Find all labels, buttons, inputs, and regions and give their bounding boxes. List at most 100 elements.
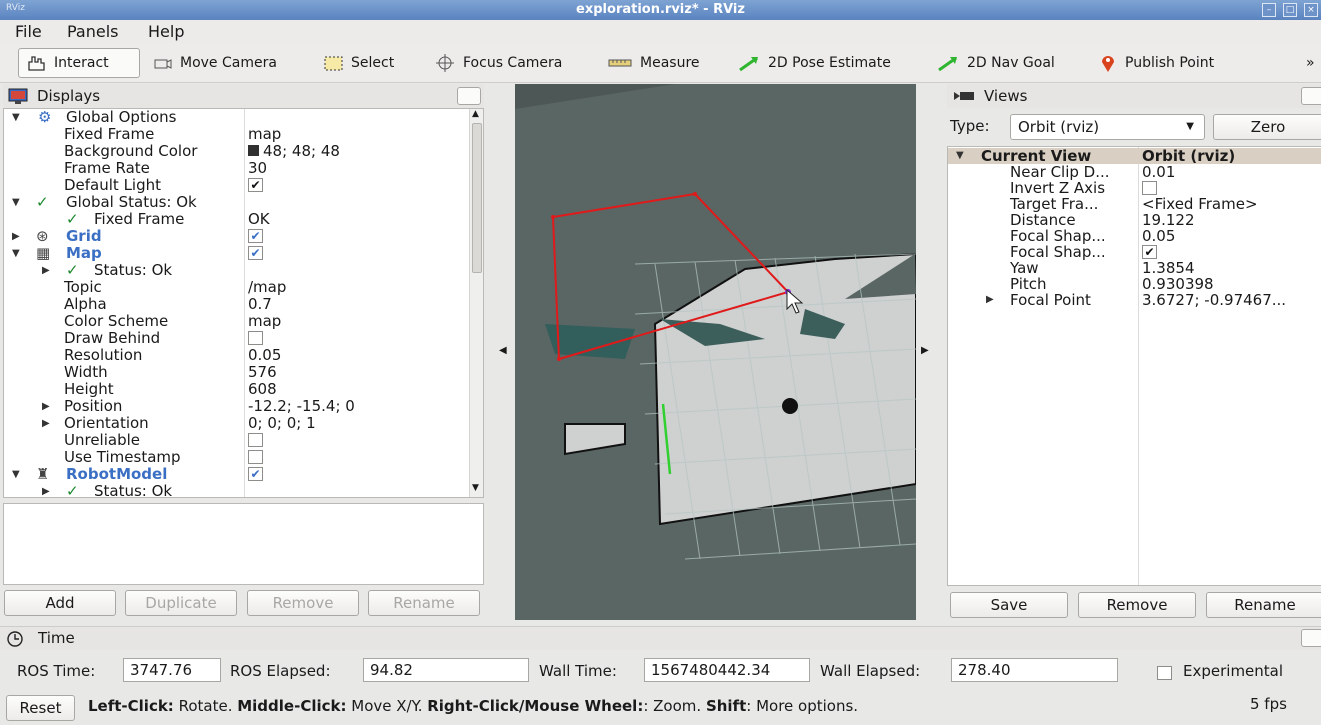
collapse-left-icon[interactable]: ◀ [499, 345, 507, 356]
tree-row[interactable]: Fixed Frame map [4, 126, 466, 143]
displays-float-button[interactable] [457, 87, 481, 105]
row-value-color[interactable]: 48; 48; 48 [248, 143, 340, 160]
expand-down-icon[interactable]: ▼ [12, 109, 20, 126]
tree-row[interactable]: Target Fra... <Fixed Frame> [948, 196, 1321, 212]
save-view-button[interactable]: Save [950, 592, 1068, 618]
color-swatch[interactable] [248, 145, 259, 156]
tree-row[interactable]: Invert Z Axis [948, 180, 1321, 196]
tree-row[interactable]: ▼ ⚙ Global Options [4, 109, 466, 126]
reset-button[interactable]: Reset [6, 695, 75, 721]
zero-button[interactable]: Zero [1213, 114, 1321, 140]
focal-shape-checkbox[interactable]: ✔ [1142, 244, 1157, 259]
row-value[interactable]: map [248, 313, 281, 330]
expand-down-icon[interactable]: ▼ [12, 466, 20, 483]
tree-row[interactable]: Height 608 [4, 381, 466, 398]
expand-right-icon[interactable]: ▶ [986, 292, 994, 308]
scroll-up-icon[interactable]: ▲ [472, 109, 479, 119]
ros-elapsed-field[interactable]: 94.82 [363, 658, 529, 682]
tree-row[interactable]: Focal Shap... ✔ [948, 244, 1321, 260]
measure-tool[interactable]: Measure [601, 48, 706, 78]
tree-row[interactable]: Yaw 1.3854 [948, 260, 1321, 276]
views-tree[interactable]: ▼ Current View Orbit (rviz) Near Clip D.… [947, 146, 1321, 586]
rename-view-button[interactable]: Rename [1206, 592, 1321, 618]
menu-panels[interactable]: Panels [67, 22, 119, 41]
collapse-right-icon[interactable]: ▶ [921, 345, 929, 356]
tree-row[interactable]: ▶ Orientation 0; 0; 0; 1 [4, 415, 466, 432]
grid-checkbox[interactable]: ✔ [248, 228, 263, 243]
tree-row[interactable]: Distance 19.122 [948, 212, 1321, 228]
wall-time-field[interactable]: 1567480442.34 [644, 658, 810, 682]
scrollbar-thumb[interactable] [472, 123, 482, 273]
duplicate-button[interactable]: Duplicate [125, 590, 237, 616]
current-view-row[interactable]: ▼ Current View Orbit (rviz) [948, 148, 1321, 164]
row-value[interactable]: <Fixed Frame> [1142, 196, 1258, 212]
row-value[interactable]: map [248, 126, 281, 143]
expand-right-icon[interactable]: ▶ [42, 483, 50, 497]
add-button[interactable]: Add [4, 590, 116, 616]
ros-time-field[interactable]: 3747.76 [123, 658, 221, 682]
tree-row[interactable]: ▶ Position -12.2; -15.4; 0 [4, 398, 466, 415]
remove-display-button[interactable]: Remove [247, 590, 359, 616]
tree-row[interactable]: Use Timestamp [4, 449, 466, 466]
tree-row[interactable]: Default Light ✔ [4, 177, 466, 194]
use-timestamp-checkbox[interactable] [248, 449, 263, 464]
menu-help[interactable]: Help [148, 22, 184, 41]
pose-estimate-tool[interactable]: 2D Pose Estimate [731, 48, 897, 78]
view-type-select[interactable]: Orbit (rviz) ▼ [1010, 114, 1205, 140]
select-tool[interactable]: Select [316, 48, 400, 78]
tree-row[interactable]: ▶ ✓ Status: Ok [4, 262, 466, 279]
tree-row[interactable]: Near Clip D... 0.01 [948, 164, 1321, 180]
default-light-checkbox[interactable]: ✔ [248, 177, 263, 192]
minimize-icon[interactable]: – [1262, 3, 1276, 17]
publish-point-tool[interactable]: Publish Point [1092, 48, 1220, 78]
tree-row[interactable]: ▶ ⊛ Grid ✔ [4, 228, 466, 245]
expand-right-icon[interactable]: ▶ [42, 262, 50, 279]
experimental-checkbox[interactable] [1157, 665, 1172, 680]
row-value[interactable]: /map [248, 279, 286, 296]
move-camera-tool[interactable]: Move Camera [145, 48, 283, 78]
row-value[interactable]: 0.05 [1142, 228, 1175, 244]
robotmodel-checkbox[interactable]: ✔ [248, 466, 263, 481]
tree-row[interactable]: Alpha 0.7 [4, 296, 466, 313]
tree-row[interactable]: ▶ Focal Point 3.6727; -0.97467... [948, 292, 1321, 308]
expand-right-icon[interactable]: ▶ [42, 398, 50, 415]
tree-row[interactable]: ✓ Fixed Frame OK [4, 211, 466, 228]
row-value[interactable]: 0.7 [248, 296, 272, 313]
tree-row[interactable]: Width 576 [4, 364, 466, 381]
tree-row[interactable]: ▶ ✓ Status: Ok [4, 483, 466, 498]
expand-right-icon[interactable]: ▶ [12, 228, 20, 245]
row-value[interactable]: 30 [248, 160, 267, 177]
menu-file[interactable]: File [15, 22, 42, 41]
invert-z-checkbox[interactable] [1142, 180, 1157, 195]
displays-tree[interactable]: ▼ ⚙ Global Options Fixed Frame map Backg… [3, 108, 484, 498]
expand-down-icon[interactable]: ▼ [956, 148, 964, 164]
map-checkbox[interactable]: ✔ [248, 245, 263, 260]
unreliable-checkbox[interactable] [248, 432, 263, 447]
vertical-scrollbar[interactable]: ▲ ▼ [469, 109, 483, 497]
tree-row[interactable]: Resolution 0.05 [4, 347, 466, 364]
tree-row[interactable]: Background Color 48; 48; 48 [4, 143, 466, 160]
render-viewport[interactable] [515, 84, 916, 620]
remove-view-button[interactable]: Remove [1078, 592, 1196, 618]
tree-row[interactable]: ▼ ▦ Map ✔ [4, 245, 466, 262]
scroll-down-icon[interactable]: ▼ [472, 483, 479, 493]
close-icon[interactable]: × [1304, 3, 1318, 17]
row-value[interactable]: 0.930398 [1142, 276, 1214, 292]
tree-row[interactable]: Pitch 0.930398 [948, 276, 1321, 292]
tree-row[interactable]: Color Scheme map [4, 313, 466, 330]
tree-row[interactable]: Unreliable [4, 432, 466, 449]
focus-camera-tool[interactable]: Focus Camera [428, 48, 568, 78]
maximize-icon[interactable]: □ [1283, 3, 1297, 17]
draw-behind-checkbox[interactable] [248, 330, 263, 345]
tree-row[interactable]: Topic /map [4, 279, 466, 296]
tree-row[interactable]: Frame Rate 30 [4, 160, 466, 177]
row-value[interactable]: 0.01 [1142, 164, 1175, 180]
row-value[interactable]: 19.122 [1142, 212, 1195, 228]
expand-down-icon[interactable]: ▼ [12, 194, 20, 211]
rename-display-button[interactable]: Rename [368, 590, 480, 616]
row-value[interactable]: 1.3854 [1142, 260, 1195, 276]
toolbar-overflow-button[interactable]: » [1300, 48, 1321, 78]
expand-down-icon[interactable]: ▼ [12, 245, 20, 262]
time-float-button[interactable] [1301, 629, 1321, 647]
views-float-button[interactable] [1301, 87, 1321, 105]
